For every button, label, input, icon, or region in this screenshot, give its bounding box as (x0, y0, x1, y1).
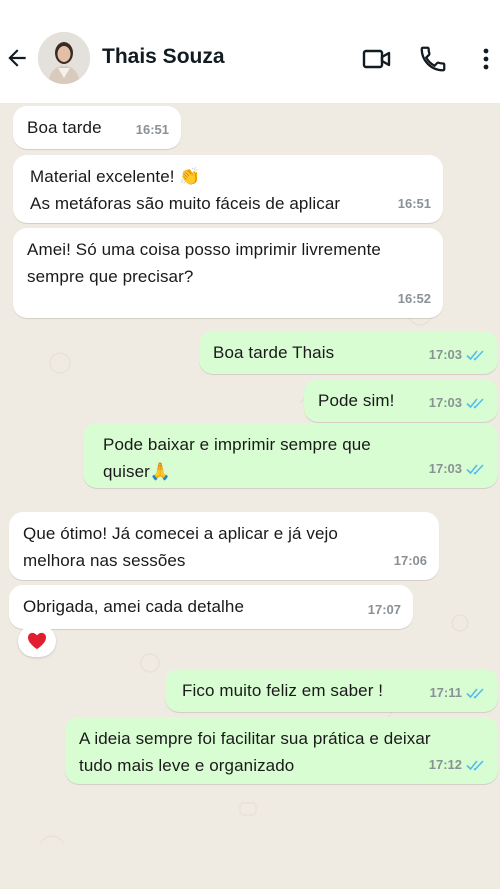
read-ticks-icon (466, 759, 484, 771)
message-time: 17:12 (428, 757, 462, 772)
message-outgoing[interactable]: Fico muito feliz em saber ! 17:11 (165, 669, 498, 712)
read-ticks-icon (466, 397, 484, 409)
message-outgoing[interactable]: Pode baixar e imprimir sempre que quiser… (83, 423, 498, 488)
message-time: 17:07 (367, 602, 401, 617)
message-text: Pode baixar e imprimir sempre que quiser… (103, 435, 371, 481)
voice-call-icon[interactable] (418, 44, 448, 74)
avatar[interactable] (38, 32, 90, 84)
message-time: 16:51 (135, 122, 169, 137)
message-incoming[interactable]: Que ótimo! Já comecei a aplicar e já vej… (9, 512, 439, 580)
heart-icon (28, 632, 46, 650)
message-time: 17:03 (428, 347, 462, 362)
message-text: Amei! Só uma coisa posso imprimir livrem… (27, 240, 381, 286)
chat-header: Thais Souza (0, 0, 500, 103)
message-text: A ideia sempre foi facilitar sua prática… (79, 729, 431, 775)
message-outgoing[interactable]: Boa tarde Thais 17:03 (199, 331, 498, 374)
message-incoming[interactable]: Obrigada, amei cada detalhe 17:07 (9, 585, 413, 629)
message-time: 17:03 (428, 461, 462, 476)
message-list[interactable]: Boa tarde 16:51 Material excelente! 👏 As… (0, 103, 500, 889)
message-text: Obrigada, amei cada detalhe (23, 597, 245, 616)
message-incoming[interactable]: Amei! Só uma coisa posso imprimir livrem… (13, 228, 443, 318)
message-outgoing[interactable]: Pode sim! 17:03 (304, 379, 498, 422)
back-arrow-icon[interactable] (4, 45, 30, 71)
message-time: 17:06 (393, 553, 427, 568)
video-call-icon[interactable] (362, 44, 392, 74)
message-reaction[interactable] (18, 625, 56, 657)
message-incoming[interactable]: Material excelente! 👏 As metáforas são m… (13, 155, 443, 223)
read-ticks-icon (466, 687, 484, 699)
message-outgoing[interactable]: A ideia sempre foi facilitar sua prática… (65, 717, 498, 784)
contact-name[interactable]: Thais Souza (102, 45, 225, 69)
message-time: 16:52 (397, 291, 431, 306)
read-ticks-icon (466, 463, 484, 475)
message-incoming[interactable]: Boa tarde 16:51 (13, 106, 181, 149)
message-time: 17:11 (429, 685, 462, 700)
message-text: Material excelente! 👏 As metáforas são m… (30, 167, 341, 213)
message-time: 17:03 (428, 395, 462, 410)
read-ticks-icon (466, 349, 484, 361)
message-time: 16:51 (397, 196, 431, 211)
message-text: Que ótimo! Já comecei a aplicar e já vej… (23, 524, 338, 570)
more-options-icon[interactable] (476, 44, 496, 74)
